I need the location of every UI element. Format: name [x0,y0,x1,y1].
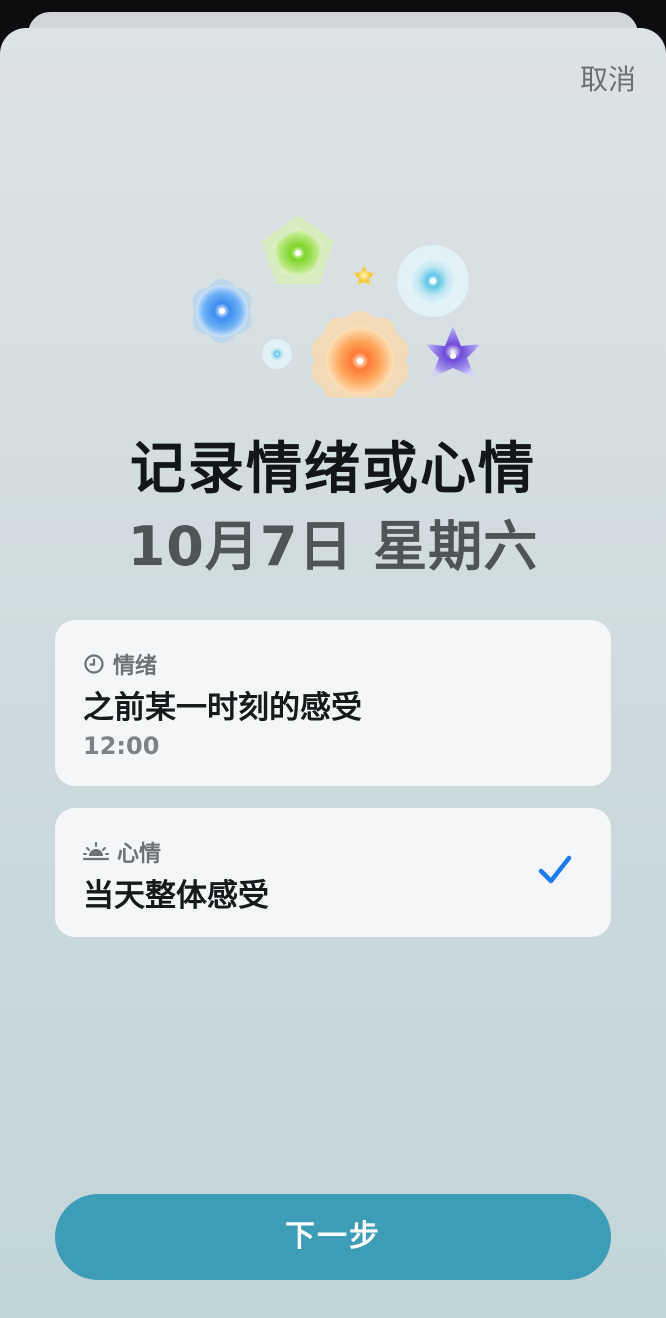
emotion-time: 12:00 [83,732,160,760]
flower-illustration [192,215,481,398]
small-cyan-circle-icon [262,339,292,369]
small-yellow-flower-icon [353,265,375,286]
emotion-option-card[interactable]: 情绪 之前某一时刻的感受 12:00 [55,620,611,786]
mood-kicker-label: 心情 [117,842,162,867]
clock-icon [84,654,104,674]
emotion-kicker-label: 情绪 [113,654,158,679]
cyan-circle-icon [397,245,469,317]
sunrise-icon [83,842,109,861]
page-title: 记录情绪或心情 [130,437,536,502]
blue-flower-icon [192,279,252,343]
emotion-kicker: 情绪 [83,648,157,680]
mood-option-card[interactable]: 心情 当天整体感受 [55,808,611,937]
mood-kicker: 心情 [83,836,161,868]
emotion-description: 之前某一时刻的感受 [83,690,362,726]
state-of-mind-sheet: 取消 记录情绪或心情 10月7日 星期六 情绪 之前某一时刻的感受 12:00 … [0,28,666,1318]
green-flower-icon [262,215,334,284]
next-step-button[interactable]: 下一步 [55,1194,611,1280]
orange-flower-icon [311,311,409,398]
purple-flower-icon [425,326,481,378]
cancel-button[interactable]: 取消 [580,58,636,98]
checkmark-icon [538,855,572,884]
date-subtitle: 10月7日 星期六 [127,515,539,578]
mood-description: 当天整体感受 [83,878,269,914]
